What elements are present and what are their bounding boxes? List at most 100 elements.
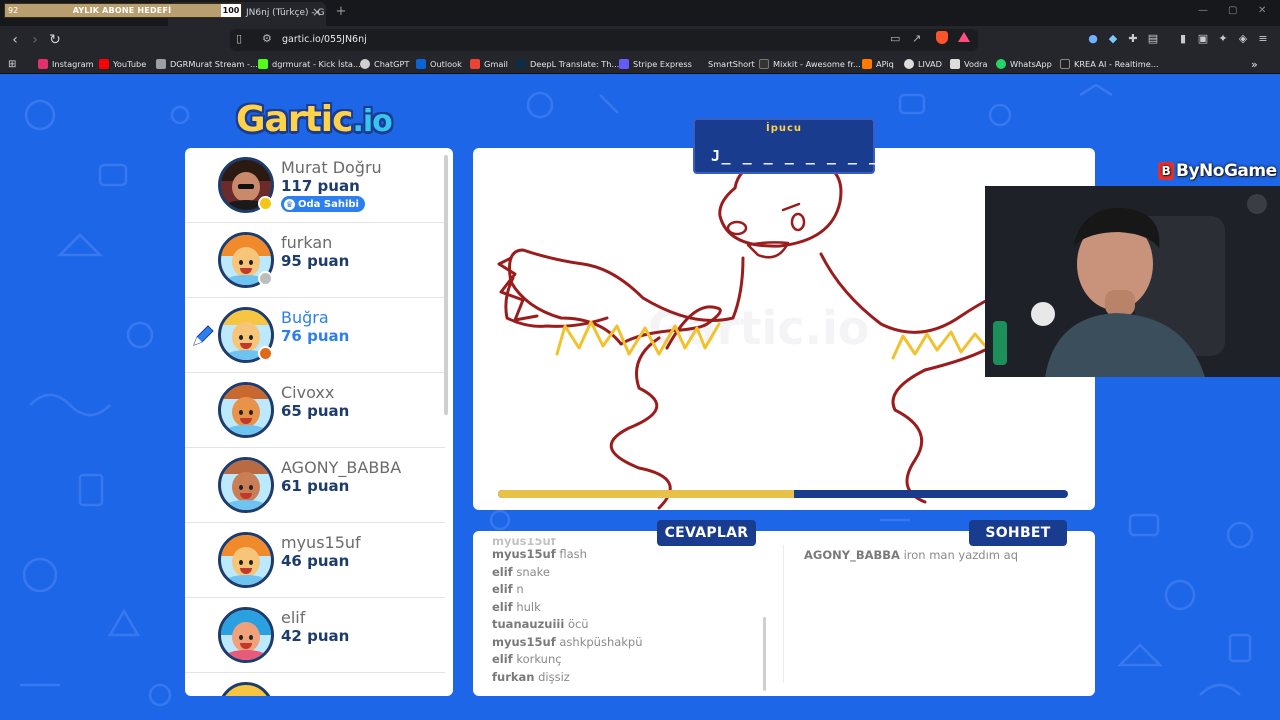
player-list: Murat Doğru 117 puan ♛ Oda Sahibi furkan … [185, 148, 453, 696]
round-timer-bar [498, 490, 1068, 498]
subscriber-goal-overlay: 92 AYLIK ABONE HEDEFİ 100 [4, 3, 242, 18]
maximize-icon[interactable]: ▢ [1228, 5, 1237, 16]
answer-text: dişsiz [538, 669, 570, 684]
mixkit-icon [759, 59, 769, 69]
bookmark-smartshort[interactable]: SmartShort [694, 57, 755, 71]
answer-text: ashkpüshakpü [559, 634, 643, 649]
bookmark-mixkit[interactable]: Mixkit - Awesome fr... [759, 57, 861, 71]
bookmark-label: APiq [876, 59, 894, 69]
back-icon[interactable]: ‹ [6, 31, 24, 49]
more-bookmarks-icon[interactable]: » [1251, 57, 1258, 71]
player-card[interactable]: myus15uf 46 puan [185, 523, 445, 598]
answer-text: n [516, 582, 524, 596]
player-card[interactable]: furkan 95 puan [185, 223, 445, 298]
vpn-icon[interactable]: ◈ [1236, 32, 1250, 46]
krea-icon [1060, 59, 1070, 69]
answer-item: myus15uf flash [492, 547, 762, 565]
player-card[interactable]: Murat Doğru 117 puan ♛ Oda Sahibi [185, 148, 445, 223]
gartic-page: Gartic.io Murat Doğru 117 puan ♛ Oda Sahi… [0, 75, 1280, 720]
room-owner-badge: ♛ Oda Sahibi [281, 196, 365, 212]
bookmark-vodra[interactable]: Vodra [950, 57, 988, 71]
apps-grid-icon[interactable]: ⊞ [8, 57, 16, 71]
media-icon[interactable]: ▤ [1146, 32, 1160, 46]
answer-item: elif korkunç [492, 652, 762, 670]
bookmark-label: WhatsApp [1010, 59, 1052, 69]
player-card[interactable]: Civoxx 65 puan [185, 373, 445, 448]
player-points: 117 puan [281, 177, 360, 195]
gmail-icon [470, 59, 480, 69]
bynogame-text: ByNoGame [1176, 161, 1277, 181]
hint-title: İpucu [765, 123, 803, 134]
bookmark-deepl[interactable]: DeepL Translate: Th... [516, 57, 619, 71]
bookmark-stripe[interactable]: Stripe Express [619, 57, 692, 71]
player-card[interactable]: AGONY_BABBA 61 puan [185, 448, 445, 523]
bookmark-label: KREA AI - Realtime... [1074, 59, 1159, 69]
instagram-icon [38, 59, 48, 69]
close-tab-icon[interactable]: × [310, 4, 324, 20]
sidebar-icon[interactable]: ▮ [1176, 32, 1190, 46]
bookmark-gmail[interactable]: Gmail [470, 57, 508, 71]
brave-shield-icon[interactable] [936, 31, 948, 44]
bookmark-instagram[interactable]: Instagram [38, 57, 94, 71]
status-dot [258, 196, 273, 211]
player-card[interactable]: elif 42 puan [185, 598, 445, 673]
answers-list: myus15uf myus15uf flash elif snake elif … [492, 538, 762, 690]
url-text[interactable]: gartic.io/055JN6nj [282, 34, 367, 45]
browser-tab-bar: JN6nj (Türkçe) - G × + 92 AYLIK ABONE HE… [0, 0, 1280, 26]
extensions-puzzle-icon[interactable]: ✚ [1126, 32, 1140, 46]
bookmark-label: Mixkit - Awesome fr... [773, 59, 861, 69]
reload-icon[interactable]: ↻ [46, 31, 64, 49]
bookmarks-bar: ⊞ Instagram YouTube DGRMurat Stream -...… [0, 54, 1280, 74]
hint-box: İpucu J_ _ _ _ _ _ _ _ _ _ [693, 118, 920, 174]
answer-text: flash [559, 547, 587, 561]
extension-icon-2[interactable]: ◆ [1106, 32, 1120, 46]
bookmark-label: dgrmurat - Kick İsta... [272, 59, 361, 69]
answer-item: tuanauzuiii öcü [492, 617, 762, 635]
brave-rewards-icon[interactable] [958, 32, 970, 42]
bookmark-dgrmurat-stream[interactable]: DGRMurat Stream -... [156, 57, 258, 71]
player-points: 61 puan [281, 477, 350, 495]
bookmark-label: ChatGPT [374, 59, 410, 69]
tab-chat[interactable]: SOHBET [969, 520, 1067, 546]
extension-icon[interactable]: ● [1086, 32, 1100, 46]
forward-icon[interactable]: › [26, 31, 44, 49]
bookmark-kick[interactable]: dgrmurat - Kick İsta... [258, 57, 361, 71]
stripe-icon [619, 59, 629, 69]
bookmark-chatgpt[interactable]: ChatGPT [360, 57, 409, 71]
bynogame-logo: B ByNoGame [1158, 161, 1280, 183]
answer-user: myus15uf [492, 538, 556, 548]
answers-scrollbar[interactable] [763, 617, 766, 691]
chat-text: iron man yazdım aq [903, 548, 1019, 562]
apiq-icon [862, 59, 872, 69]
subscriber-goal-label: AYLIK ABONE HEDEFİ [72, 6, 172, 15]
bookmark-apiq[interactable]: APiq [862, 57, 894, 71]
bookmark-krea[interactable]: KREA AI - Realtime... [1060, 57, 1159, 71]
chat-user: AGONY_BABBA [804, 548, 900, 562]
share-icon[interactable]: ↗ [912, 32, 921, 45]
bookmark-icon[interactable]: ▯ [236, 32, 242, 45]
player-name: Civoxx [281, 383, 335, 402]
bookmark-livad[interactable]: LIVAD [904, 57, 942, 71]
player-card-partial[interactable] [185, 673, 445, 696]
bookmark-label: YouTube [113, 59, 147, 69]
new-tab-icon[interactable]: + [334, 4, 348, 20]
wallet-icon[interactable]: ▣ [1196, 32, 1210, 46]
address-bar[interactable]: ▯ ⚙ gartic.io/055JN6nj ▭ ↗ [230, 29, 978, 51]
menu-icon[interactable]: ≡ [1256, 32, 1270, 46]
gartic-logo[interactable]: Gartic.io [236, 99, 393, 140]
site-info-icon[interactable]: ⚙ [262, 32, 272, 45]
stream-icon [156, 59, 166, 69]
minimize-icon[interactable]: — [1198, 5, 1208, 16]
bookmark-label: SmartShort [708, 59, 755, 69]
answer-text: korkunç [516, 652, 562, 666]
owner-label: Oda Sahibi [298, 198, 359, 210]
bookmark-youtube[interactable]: YouTube [99, 57, 146, 71]
player-list-scrollbar[interactable] [444, 155, 448, 415]
bookmark-outlook[interactable]: Outlook [416, 57, 462, 71]
leo-ai-icon[interactable]: ✦ [1216, 32, 1230, 46]
bookmark-whatsapp[interactable]: WhatsApp [996, 57, 1052, 71]
close-window-icon[interactable]: ✕ [1258, 5, 1266, 16]
answer-user: myus15uf [492, 547, 556, 561]
cast-icon[interactable]: ▭ [890, 32, 900, 45]
player-card-drawing[interactable]: Buğra 76 puan [185, 298, 445, 373]
